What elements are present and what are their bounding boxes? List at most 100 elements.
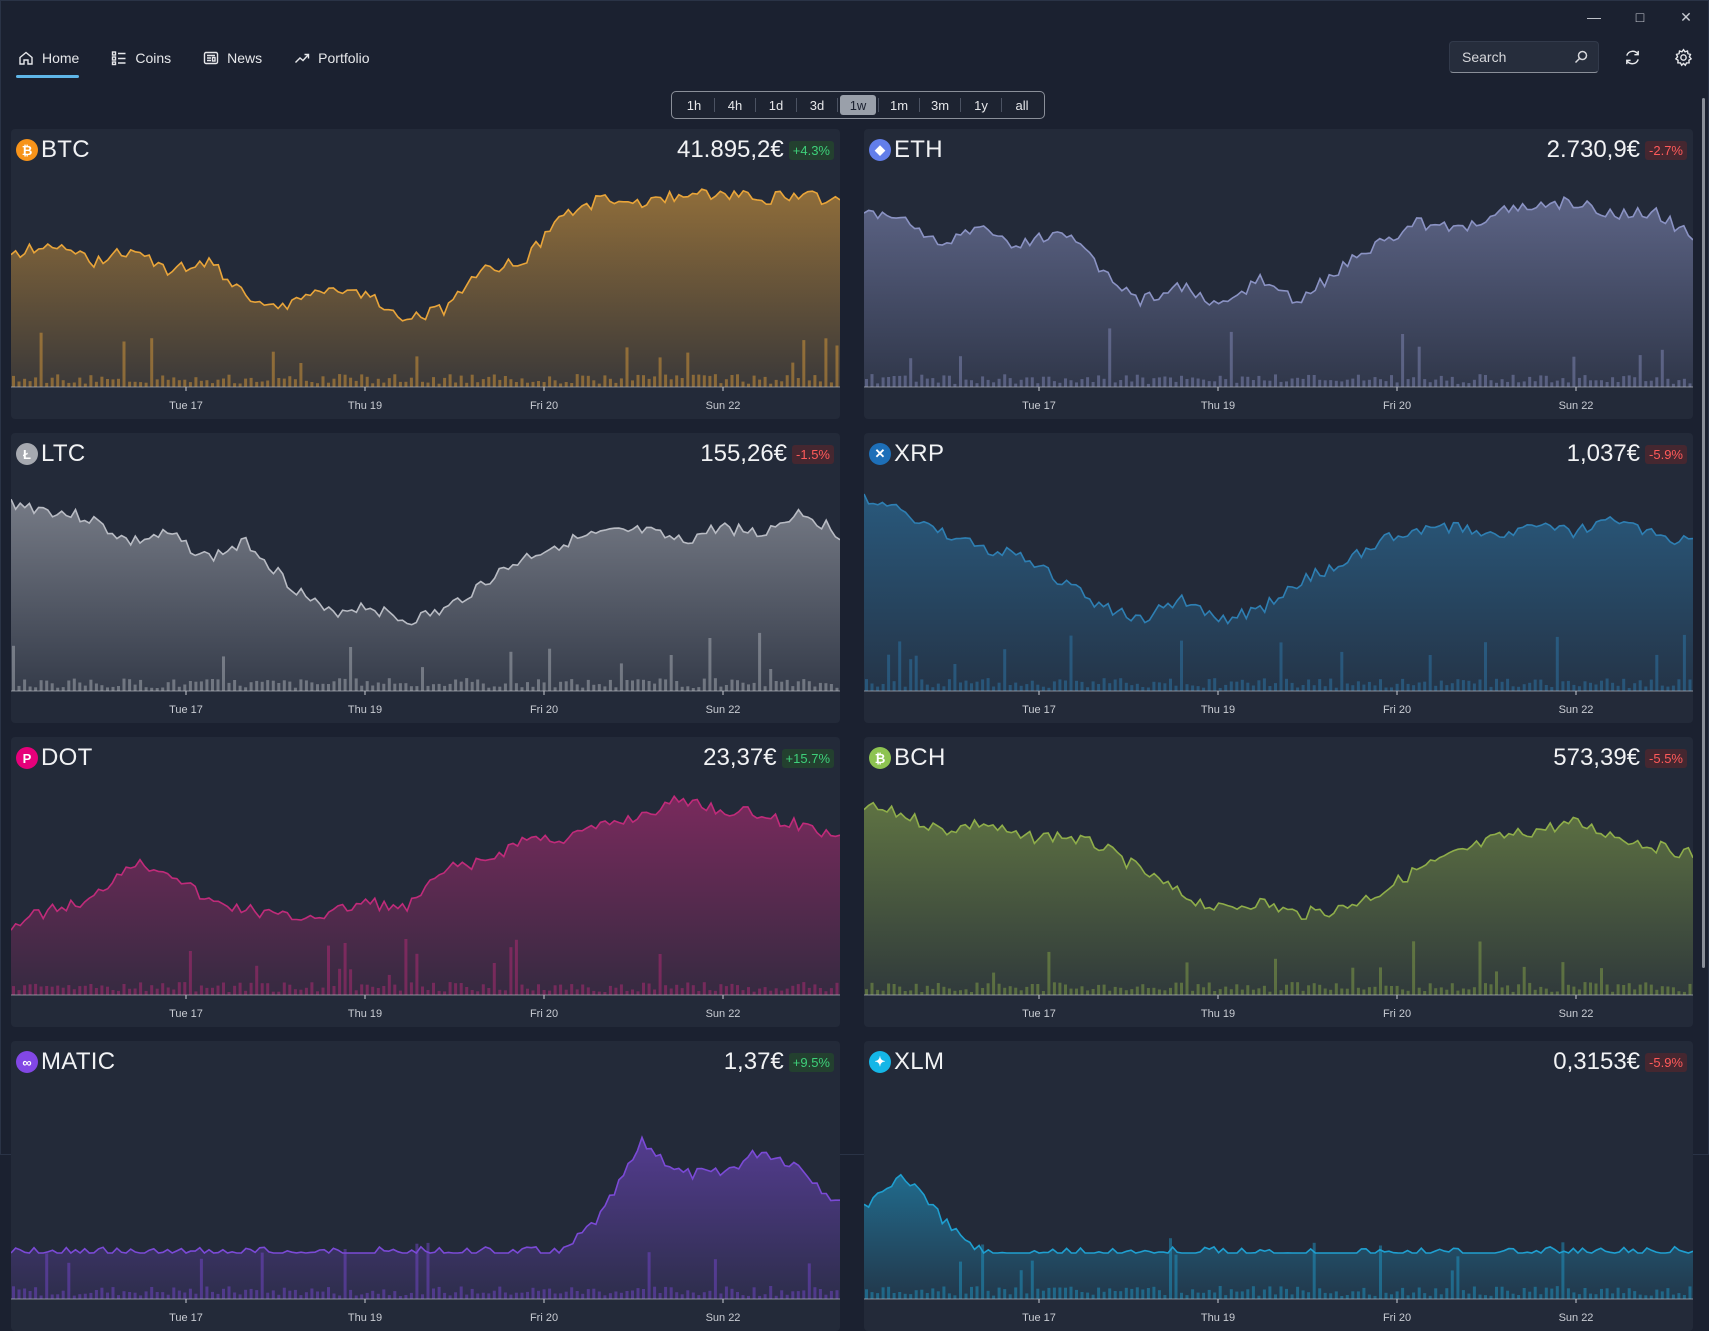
volume-bar	[914, 655, 918, 691]
volume-bar	[1251, 685, 1255, 691]
volume-bar	[1052, 681, 1056, 691]
volume-bar	[697, 374, 701, 387]
volume-bar	[50, 377, 54, 387]
volume-bar	[1301, 990, 1305, 995]
nav-home[interactable]: Home	[16, 44, 80, 78]
volume-bar	[1589, 982, 1592, 995]
volume-bar	[409, 377, 413, 387]
volume-bar	[1572, 1292, 1576, 1299]
search-input[interactable]	[1460, 48, 1574, 66]
nav-coins[interactable]: Coins	[109, 44, 171, 72]
nav-news[interactable]: News	[201, 44, 262, 72]
volume-bar	[1395, 1291, 1399, 1299]
volume-bar	[1097, 684, 1101, 691]
volume-bar	[741, 990, 745, 995]
volume-bar	[78, 1294, 82, 1299]
volume-bar	[111, 1287, 115, 1299]
range-1y[interactable]: 1y	[963, 95, 999, 115]
volume-bar	[959, 990, 962, 995]
volume-bar	[1423, 991, 1427, 995]
x-tick-label: Sun 22	[1559, 1312, 1594, 1324]
volume-bar	[28, 686, 32, 691]
volume-bar	[870, 683, 874, 691]
volume-bar	[39, 332, 43, 387]
volume-bar	[1649, 679, 1653, 691]
volume-bar	[1146, 687, 1150, 691]
volume-bar	[1113, 1291, 1117, 1299]
volume-bar	[255, 381, 259, 387]
volume-bar	[1566, 680, 1570, 691]
volume-bar	[28, 381, 32, 387]
range-divider	[755, 98, 756, 112]
volume-bar	[271, 351, 275, 387]
range-3m[interactable]: 3m	[922, 95, 958, 115]
volume-bar	[791, 362, 795, 387]
volume-bar	[586, 679, 590, 691]
volume-bar	[680, 686, 684, 691]
volume-bar	[222, 656, 225, 691]
coin-logo-icon: ✕	[869, 443, 891, 465]
coin-card-ltc[interactable]: Tue 17 Thu 19 Fri 20 Sun 22 Ł LTC 155,26€ -1.5%	[11, 433, 840, 723]
volume-bar	[509, 379, 513, 387]
volume-bar	[1445, 685, 1449, 691]
maximize-button[interactable]: □	[1617, 0, 1663, 34]
volume-bar	[1274, 683, 1277, 691]
x-tick-label: Sun 22	[1559, 1008, 1594, 1020]
range-1w[interactable]: 1w	[840, 95, 876, 115]
range-all[interactable]: all	[1004, 95, 1040, 115]
range-3d[interactable]: 3d	[799, 95, 835, 115]
close-button[interactable]: ✕	[1663, 0, 1709, 34]
volume-bar	[1268, 1286, 1272, 1299]
coin-card-matic[interactable]: Tue 17 Thu 19 Fri 20 Sun 22 ∞ MATIC 1,37€ +9.5%	[11, 1041, 840, 1331]
volume-bar	[50, 683, 54, 691]
nav-portfolio[interactable]: Portfolio	[292, 44, 370, 72]
volume-bar	[997, 682, 1001, 691]
settings-button[interactable]	[1671, 45, 1695, 69]
range-1m[interactable]: 1m	[881, 95, 917, 115]
volume-bar	[1014, 987, 1018, 995]
volume-bar	[509, 947, 513, 995]
volume-bar	[1279, 642, 1283, 691]
volume-bar	[1478, 1294, 1482, 1299]
volume-bar	[1124, 990, 1128, 995]
coin-card-eth[interactable]: Tue 17 Thu 19 Fri 20 Sun 22 ◆ ETH 2.730,9€ -2.7…	[864, 129, 1693, 419]
range-1d[interactable]: 1d	[758, 95, 794, 115]
volume-bar	[664, 374, 668, 387]
coin-card-dot[interactable]: Tue 17 Thu 19 Fri 20 Sun 22 P DOT 23,37€ +15.7%	[11, 737, 840, 1027]
volume-bar	[61, 687, 65, 691]
coin-card-btc[interactable]: Tue 17 Thu 19 Fri 20 Sun 22 ₿ BTC 41.895,2€ +4.…	[11, 129, 840, 419]
volume-bar	[736, 680, 739, 691]
volume-bar	[404, 683, 408, 691]
volume-bar	[1274, 374, 1277, 387]
volume-bar	[1157, 1290, 1161, 1299]
volume-bar	[1522, 1288, 1526, 1299]
volume-bar	[227, 374, 231, 387]
scrollbar[interactable]	[1702, 98, 1705, 968]
change-badge: +9.5%	[788, 1052, 834, 1072]
range-4h[interactable]: 4h	[717, 95, 753, 115]
minimize-button[interactable]: —	[1571, 0, 1617, 34]
volume-bar	[1290, 378, 1294, 387]
volume-bar	[914, 1290, 918, 1299]
volume-bar	[1119, 1291, 1123, 1299]
refresh-button[interactable]	[1620, 45, 1644, 69]
range-divider	[878, 98, 879, 112]
range-1h[interactable]: 1h	[676, 95, 712, 115]
volume-bar	[1489, 380, 1493, 387]
volume-bar	[636, 374, 640, 387]
volume-bar	[1180, 982, 1183, 995]
volume-bar	[1108, 683, 1112, 691]
coin-card-xlm[interactable]: Tue 17 Thu 19 Fri 20 Sun 22 ✦ XLM 0,3153€ -5.9%	[864, 1041, 1693, 1331]
coin-card-bch[interactable]: Tue 17 Thu 19 Fri 20 Sun 22 ₿ BCH 573,39€ -5.5%	[864, 737, 1693, 1027]
search-box[interactable]	[1449, 41, 1599, 73]
volume-bar	[288, 681, 292, 691]
search-icon[interactable]	[1574, 50, 1588, 64]
volume-bar	[1677, 1293, 1681, 1299]
volume-bar	[1329, 380, 1333, 387]
volume-bar	[559, 681, 563, 691]
volume-bar	[992, 382, 996, 387]
volume-bar	[376, 988, 380, 995]
coin-card-xrp[interactable]: Tue 17 Thu 19 Fri 20 Sun 22 ✕ XRP 1,037€ -5.9%	[864, 433, 1693, 723]
x-tick-label: Tue 17	[169, 704, 203, 716]
volume-bar	[686, 352, 690, 387]
